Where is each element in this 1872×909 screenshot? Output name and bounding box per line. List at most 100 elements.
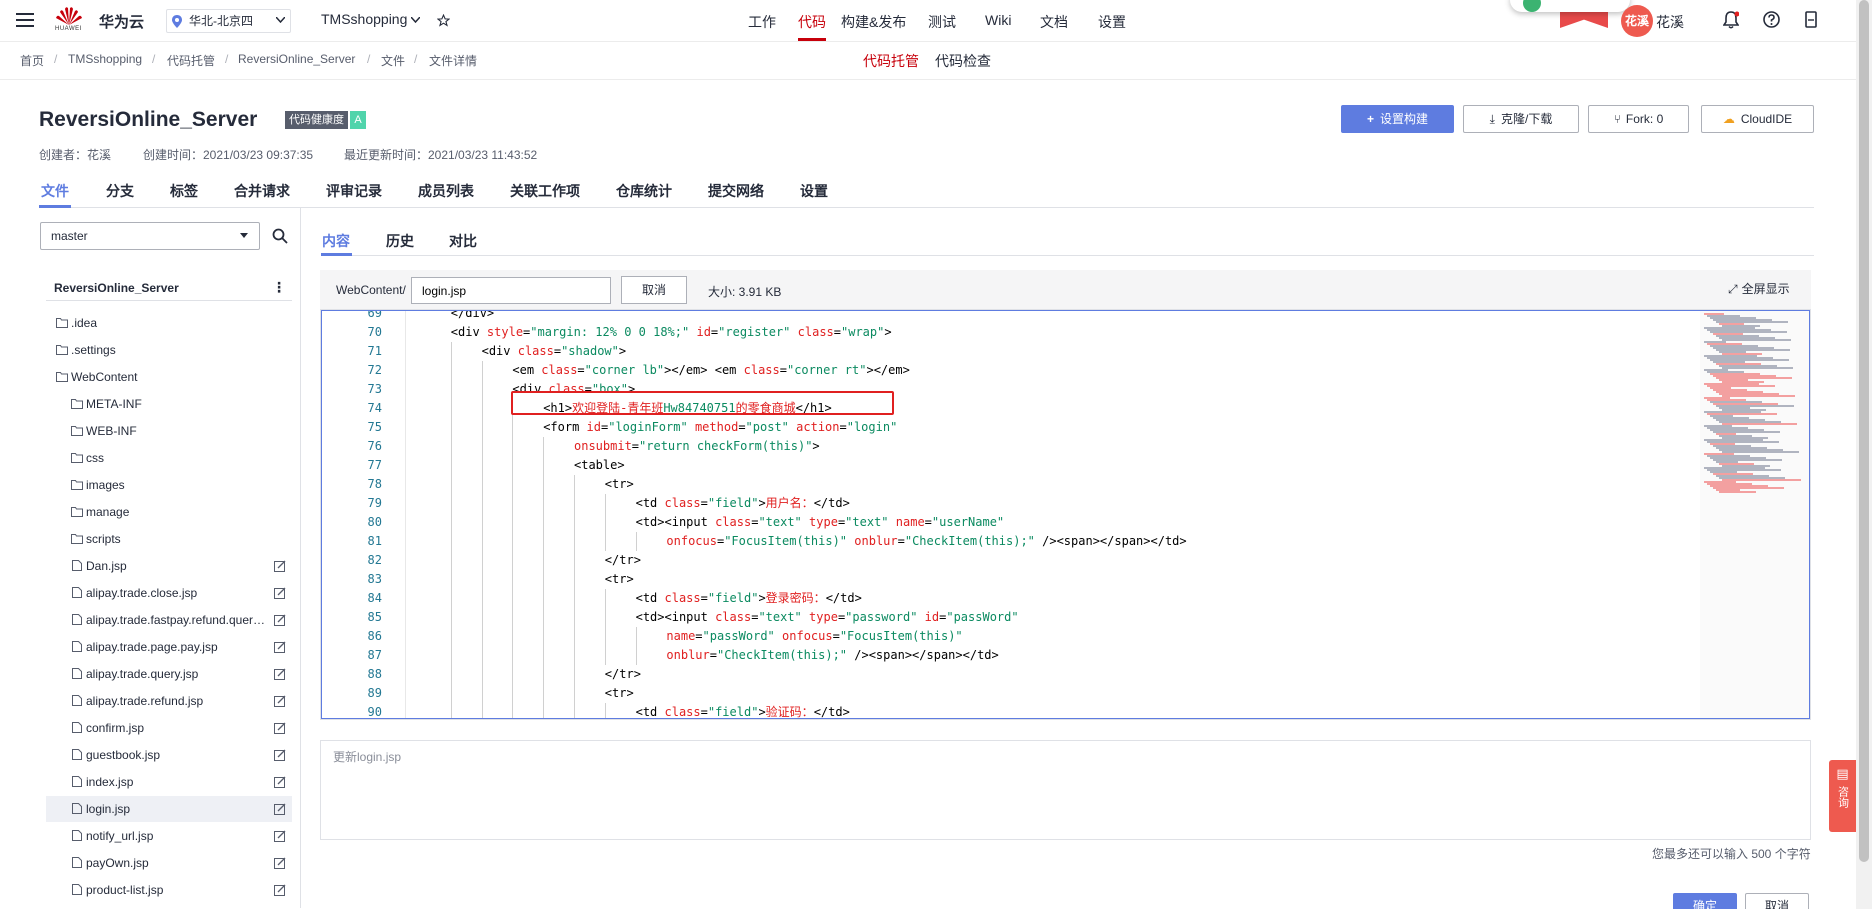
tree-file[interactable]: guestbook.jsp (46, 742, 292, 768)
cancel-edit-button[interactable]: 取消 (621, 276, 687, 304)
project-chevron-down-icon[interactable] (411, 17, 420, 23)
breadcrumb-home[interactable]: 首页 (20, 52, 44, 69)
nav-code[interactable]: 代码 (798, 12, 826, 32)
folder-icon (56, 318, 68, 328)
tab-settings[interactable]: 设置 (800, 181, 828, 201)
device-icon[interactable] (1805, 11, 1817, 28)
star-icon[interactable] (437, 14, 450, 27)
edit-icon[interactable] (274, 614, 286, 626)
edit-icon[interactable] (274, 776, 286, 788)
fullscreen-label: 全屏显示 (1741, 282, 1790, 296)
tree-file[interactable]: login.jsp (46, 796, 292, 822)
tab-repo-stats[interactable]: 仓库统计 (616, 181, 672, 201)
scrollbar-thumb[interactable] (1859, 0, 1869, 862)
branch-selector[interactable]: master (40, 222, 260, 250)
tree-folder[interactable]: .idea (46, 310, 292, 336)
edit-icon[interactable] (274, 695, 286, 707)
breadcrumb-code-hosting[interactable]: 代码托管 (167, 52, 215, 69)
tab-history[interactable]: 历史 (386, 231, 414, 251)
tab-members[interactable]: 成员列表 (418, 181, 474, 201)
edit-icon[interactable] (274, 641, 286, 653)
nav-wiki[interactable]: Wiki (985, 12, 1011, 28)
breadcrumb-repo[interactable]: ReversiOnline_Server (238, 52, 355, 66)
tree-folder[interactable]: images (46, 472, 292, 498)
avatar[interactable]: 花溪 (1621, 5, 1653, 37)
tree-file[interactable]: notify_url.jsp (46, 823, 292, 849)
bell-icon[interactable] (1723, 11, 1739, 29)
tree-file[interactable]: alipay.trade.query.jsp (46, 661, 292, 687)
tree-folder[interactable]: WEB-INF (46, 418, 292, 444)
region-selector[interactable]: 华北-北京四 (166, 9, 291, 33)
help-icon[interactable] (1763, 11, 1780, 28)
tab-tags[interactable]: 标签 (170, 181, 198, 201)
nav-settings[interactable]: 设置 (1098, 12, 1126, 32)
cancel-button[interactable]: 取消 (1745, 893, 1809, 909)
tree-file[interactable]: confirm.jsp (46, 715, 292, 741)
tree-folder[interactable]: scripts (46, 526, 292, 552)
commit-message-input[interactable]: 更新login.jsp (320, 740, 1811, 840)
edit-icon[interactable] (274, 884, 286, 896)
tree-file[interactable]: Dan.jsp (46, 553, 292, 579)
code-editor[interactable]: 69 70 71 72 73 74 75 76 77 78 79 80 81 82 83 84 85 86 87 88… (321, 310, 1810, 719)
edit-icon[interactable] (274, 857, 286, 869)
tree-folder[interactable]: manage (46, 499, 292, 525)
subnav-code-check[interactable]: 代码检查 (935, 51, 991, 71)
tree-folder[interactable]: .settings (46, 337, 292, 363)
subnav-code-hosting[interactable]: 代码托管 (863, 51, 919, 71)
setup-build-button[interactable]: + 设置构建 (1341, 105, 1454, 133)
nav-build-release[interactable]: 构建&发布 (841, 12, 906, 32)
fork-button[interactable]: ⑂ Fork: 0 (1588, 105, 1689, 133)
nav-test[interactable]: 测试 (928, 12, 956, 32)
breadcrumb-files[interactable]: 文件 (381, 52, 405, 69)
tree-folder[interactable]: css (46, 445, 292, 471)
tree-file[interactable]: alipay.trade.close.jsp (46, 580, 292, 606)
more-icon[interactable]: ⋮ (272, 280, 286, 294)
user-name[interactable]: 花溪 (1656, 12, 1684, 32)
tree-folder[interactable]: WebContent (46, 364, 292, 390)
health-badge[interactable]: 代码健康度 (285, 111, 348, 129)
tab-branches[interactable]: 分支 (106, 181, 134, 201)
project-selector[interactable]: TMSshopping (321, 11, 407, 27)
tab-files[interactable]: 文件 (41, 181, 69, 201)
code-token: 用户名： (765, 496, 814, 510)
edit-icon[interactable] (274, 587, 286, 599)
consult-button[interactable]: ▤ 咨询 (1829, 760, 1856, 832)
huawei-logo-icon[interactable] (54, 5, 84, 25)
cloudide-button[interactable]: ☁ CloudIDE (1701, 105, 1814, 133)
health-grade-badge[interactable]: A (350, 111, 366, 129)
tab-commit-network[interactable]: 提交网络 (708, 181, 764, 201)
edit-icon[interactable] (274, 803, 286, 815)
tree-folder[interactable]: META-INF (46, 391, 292, 417)
tab-review-records[interactable]: 评审记录 (326, 181, 382, 201)
tree-file[interactable]: alipay.trade.page.pay.jsp (46, 634, 292, 660)
tab-work-items[interactable]: 关联工作项 (510, 181, 580, 201)
menu-icon[interactable] (16, 13, 34, 27)
tree-repo-title[interactable]: ReversiOnline_Server (54, 281, 179, 295)
tab-merge-requests[interactable]: 合并请求 (234, 181, 290, 201)
tab-content[interactable]: 内容 (322, 231, 350, 251)
edit-icon[interactable] (274, 749, 286, 761)
tree-file[interactable]: payOwn.jsp (46, 850, 292, 876)
filename-input[interactable] (411, 277, 611, 304)
tree-file[interactable]: product-list.jsp (46, 877, 292, 903)
cloudide-label: CloudIDE (1740, 112, 1793, 126)
edit-icon[interactable] (274, 560, 286, 572)
search-icon[interactable] (272, 228, 288, 244)
nav-work[interactable]: 工作 (748, 12, 776, 32)
confirm-button[interactable]: 确定 (1673, 893, 1737, 909)
tree-file[interactable]: index.jsp (46, 769, 292, 795)
fullscreen-button[interactable]: ⤢ 全屏显示 (1728, 280, 1790, 297)
code-minimap[interactable] (1700, 311, 1809, 718)
file-path-prefix: WebContent/ (336, 283, 406, 297)
edit-icon[interactable] (274, 830, 286, 842)
edit-icon[interactable] (274, 722, 286, 734)
tab-compare[interactable]: 对比 (449, 231, 477, 251)
breadcrumb-project[interactable]: TMSshopping (68, 52, 142, 66)
tree-file[interactable]: alipay.trade.refund.jsp (46, 688, 292, 714)
setup-build-label: 设置构建 (1380, 112, 1429, 126)
tree-file[interactable]: alipay.trade.fastpay.refund.quer… (46, 607, 292, 633)
clone-download-button[interactable]: ⤓ 克隆/下载 (1463, 105, 1579, 133)
edit-icon[interactable] (274, 668, 286, 680)
nav-docs[interactable]: 文档 (1040, 12, 1068, 32)
brand-name[interactable]: 华为云 (99, 11, 144, 32)
